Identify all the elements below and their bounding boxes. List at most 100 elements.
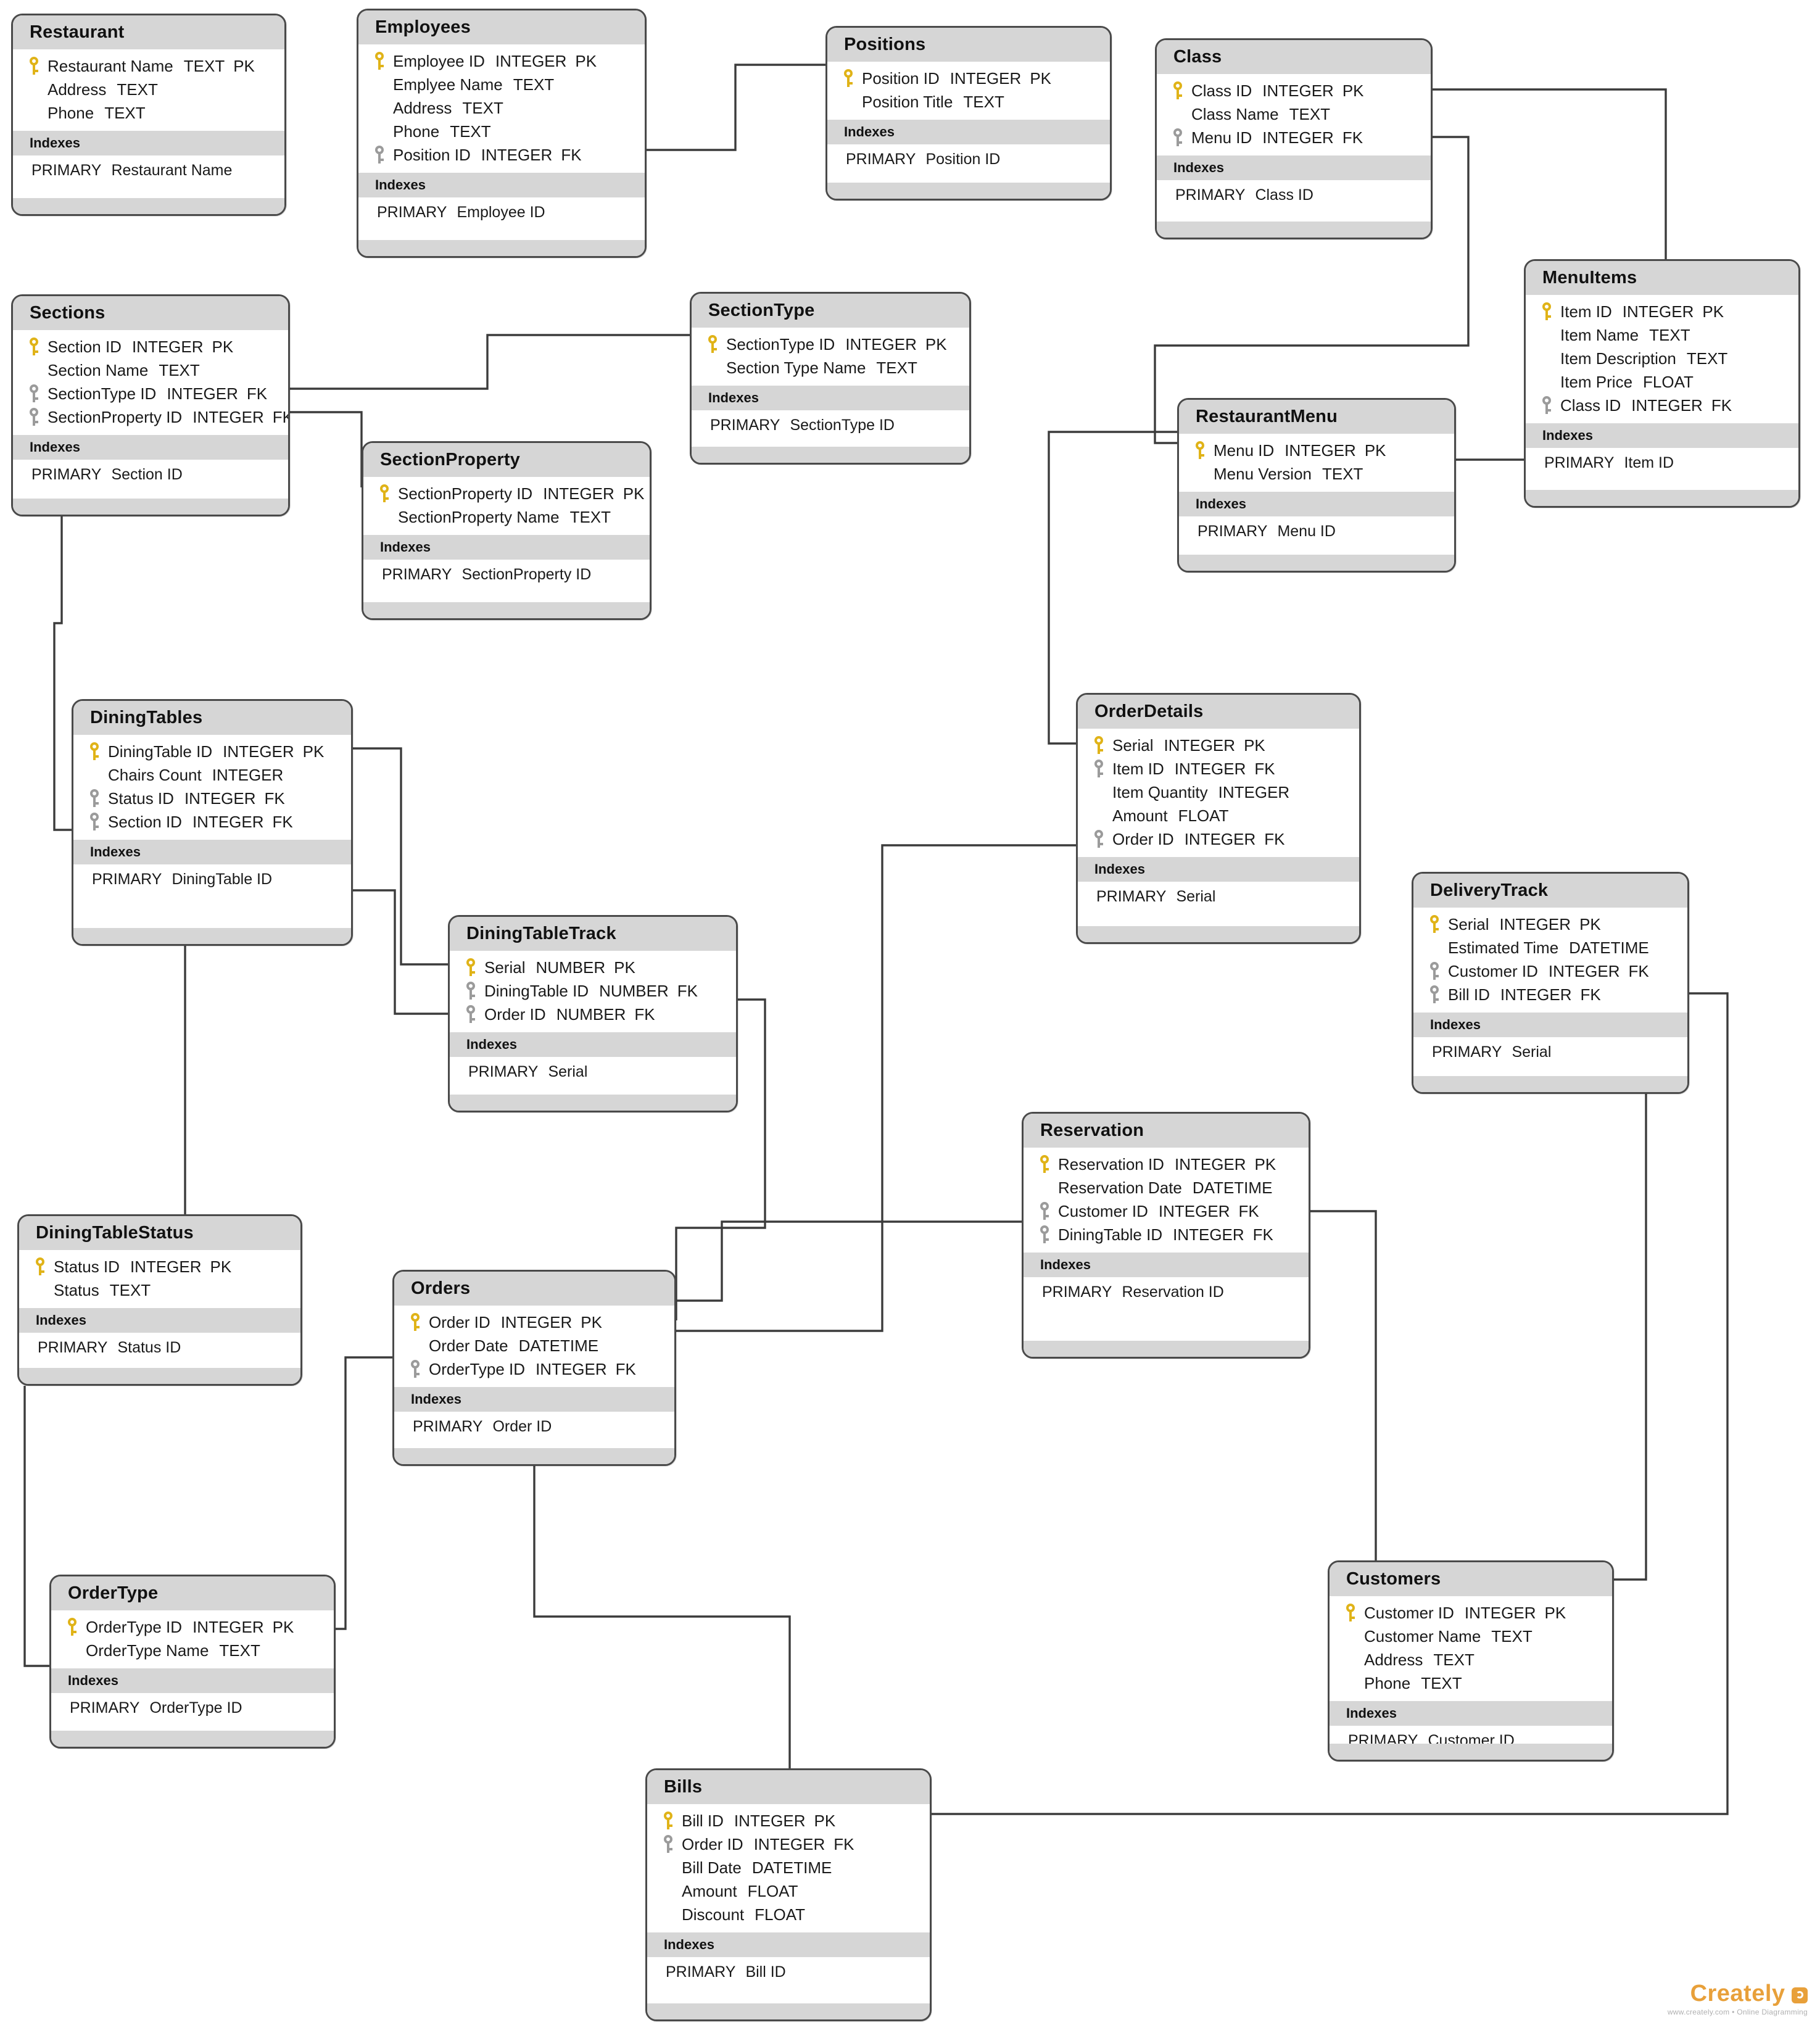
field-row[interactable]: Section Name TEXT — [13, 358, 288, 382]
field-row[interactable]: Bill ID INTEGER FK — [1413, 983, 1687, 1006]
field-row[interactable]: SectionType ID INTEGER PK — [692, 333, 969, 356]
field-row[interactable]: Status TEXT — [19, 1278, 300, 1302]
field-row[interactable]: OrderType ID INTEGER PK — [51, 1615, 334, 1639]
field-row[interactable]: Customer ID INTEGER PK — [1330, 1601, 1612, 1625]
index-row[interactable]: PRIMARY Restaurant Name — [13, 162, 284, 184]
entity-class[interactable]: Class Class ID INTEGER PK Class Name TEXT Menu… — [1155, 38, 1433, 239]
entity-ordertype[interactable]: OrderType OrderType ID INTEGER PK OrderType … — [49, 1575, 336, 1749]
field-row[interactable]: Restaurant Name TEXT PK — [13, 54, 284, 78]
field-row[interactable]: Address TEXT — [1330, 1648, 1612, 1671]
field-row[interactable]: Item Description TEXT — [1526, 347, 1798, 370]
entity-diningtables[interactable]: DiningTables DiningTable ID INTEGER PK Chair… — [72, 699, 353, 946]
index-row[interactable]: PRIMARY Class ID — [1157, 186, 1431, 209]
field-row[interactable]: Reservation Date DATETIME — [1024, 1176, 1309, 1199]
index-row[interactable]: PRIMARY Employee ID — [358, 204, 645, 226]
entity-positions[interactable]: Positions Position ID INTEGER PK Position Ti… — [825, 26, 1112, 201]
field-row[interactable]: Item ID INTEGER PK — [1526, 300, 1798, 323]
field-row[interactable]: Reservation ID INTEGER PK — [1024, 1153, 1309, 1176]
index-row[interactable]: PRIMARY Reservation ID — [1024, 1283, 1309, 1306]
field-row[interactable]: Address TEXT — [13, 78, 284, 101]
field-row[interactable]: Address TEXT — [358, 96, 645, 120]
field-row[interactable]: Status ID INTEGER PK — [19, 1255, 300, 1278]
index-row[interactable]: PRIMARY Serial — [450, 1063, 736, 1085]
index-row[interactable]: PRIMARY SectionProperty ID — [363, 566, 650, 588]
field-row[interactable]: Amount FLOAT — [647, 1879, 930, 1903]
field-row[interactable]: Menu ID INTEGER PK — [1179, 439, 1454, 462]
field-row[interactable]: Customer Name TEXT — [1330, 1625, 1612, 1648]
field-row[interactable]: Bill Date DATETIME — [647, 1856, 930, 1879]
field-row[interactable]: Order ID INTEGER FK — [647, 1832, 930, 1856]
field-row[interactable]: Class ID INTEGER FK — [1526, 394, 1798, 417]
entity-reservation[interactable]: Reservation Reservation ID INTEGER PK Reserv… — [1022, 1112, 1310, 1359]
index-row[interactable]: PRIMARY SectionType ID — [692, 416, 969, 439]
index-row[interactable]: PRIMARY Status ID — [19, 1339, 300, 1361]
entity-orderdetails[interactable]: OrderDetails Serial INTEGER PK Item ID INTEGE… — [1076, 693, 1361, 944]
entity-orders[interactable]: Orders Order ID INTEGER PK Order Date DATETIM… — [392, 1270, 676, 1466]
field-row[interactable]: Amount FLOAT — [1078, 804, 1359, 827]
field-row[interactable]: SectionProperty ID INTEGER PK — [363, 482, 650, 505]
index-row[interactable]: PRIMARY Order ID — [394, 1418, 674, 1440]
field-row[interactable]: Item Price FLOAT — [1526, 370, 1798, 394]
field-row[interactable]: Order ID NUMBER FK — [450, 1003, 736, 1026]
entity-sections[interactable]: Sections Section ID INTEGER PK Section Name T… — [11, 294, 290, 516]
field-row[interactable]: Menu Version TEXT — [1179, 462, 1454, 486]
entity-customers[interactable]: Customers Customer ID INTEGER PK Customer Na… — [1328, 1560, 1614, 1762]
field-row[interactable]: Customer ID INTEGER FK — [1024, 1199, 1309, 1223]
entity-sectionproperty[interactable]: SectionProperty SectionProperty ID INTEGER… — [362, 441, 651, 620]
field-row[interactable]: Bill ID INTEGER PK — [647, 1809, 930, 1832]
field-row[interactable]: OrderType Name TEXT — [51, 1639, 334, 1662]
field-row[interactable]: Section ID INTEGER PK — [13, 335, 288, 358]
entity-restaurantmenu[interactable]: RestaurantMenu Menu ID INTEGER PK Menu Versi… — [1177, 398, 1456, 573]
index-row[interactable]: PRIMARY Menu ID — [1179, 523, 1454, 545]
index-row[interactable]: PRIMARY Bill ID — [647, 1963, 930, 1986]
field-row[interactable]: Item Quantity INTEGER — [1078, 781, 1359, 804]
field-row[interactable]: SectionProperty Name TEXT — [363, 505, 650, 529]
field-row[interactable]: Discount FLOAT — [647, 1903, 930, 1926]
field-row[interactable]: Order Date DATETIME — [394, 1334, 674, 1357]
index-row[interactable]: PRIMARY DiningTable ID — [73, 871, 351, 893]
field-row[interactable]: SectionType ID INTEGER FK — [13, 382, 288, 405]
field-row[interactable]: DiningTable ID NUMBER FK — [450, 979, 736, 1003]
field-row[interactable]: Customer ID INTEGER FK — [1413, 959, 1687, 983]
field-row[interactable]: Order ID INTEGER FK — [1078, 827, 1359, 851]
entity-diningtablestatus[interactable]: DiningTableStatus Status ID INTEGER PK Statu… — [17, 1214, 302, 1386]
entity-delivertrack[interactable]: DeliveryTrack Serial INTEGER PK Estimated Ti… — [1412, 872, 1689, 1094]
entity-menuitems[interactable]: MenuItems Item ID INTEGER PK Item Name TEXT It… — [1524, 259, 1800, 508]
field-row[interactable]: Serial INTEGER PK — [1413, 913, 1687, 936]
field-row[interactable]: Chairs Count INTEGER — [73, 763, 351, 787]
field-row[interactable]: Order ID INTEGER PK — [394, 1311, 674, 1334]
field-row[interactable]: Phone TEXT — [358, 120, 645, 143]
field-row[interactable]: Status ID INTEGER FK — [73, 787, 351, 810]
field-row[interactable]: Item Name TEXT — [1526, 323, 1798, 347]
index-row[interactable]: PRIMARY Item ID — [1526, 454, 1798, 476]
field-row[interactable]: Phone TEXT — [13, 101, 284, 125]
field-row[interactable]: Class Name TEXT — [1157, 102, 1431, 126]
entity-diningtabletrack[interactable]: DiningTableTrack Serial NUMBER PK DiningTabl… — [448, 915, 738, 1112]
field-row[interactable]: Estimated Time DATETIME — [1413, 936, 1687, 959]
field-row[interactable]: Serial NUMBER PK — [450, 956, 736, 979]
index-row[interactable]: PRIMARY Serial — [1078, 888, 1359, 910]
field-row[interactable]: Section ID INTEGER FK — [73, 810, 351, 834]
field-row[interactable]: Section Type Name TEXT — [692, 356, 969, 379]
field-row[interactable]: Item ID INTEGER FK — [1078, 757, 1359, 781]
field-row[interactable]: Serial INTEGER PK — [1078, 734, 1359, 757]
field-row[interactable]: DiningTable ID INTEGER FK — [1024, 1223, 1309, 1246]
field-row[interactable]: Class ID INTEGER PK — [1157, 79, 1431, 102]
index-row[interactable]: PRIMARY Position ID — [827, 151, 1110, 173]
entity-employees[interactable]: Employees Employee ID INTEGER PK Emplyee Nam… — [357, 9, 647, 258]
field-row[interactable]: OrderType ID INTEGER FK — [394, 1357, 674, 1381]
field-row[interactable]: Employee ID INTEGER PK — [358, 49, 645, 73]
field-row[interactable]: Position ID INTEGER PK — [827, 67, 1110, 90]
field-row[interactable]: DiningTable ID INTEGER PK — [73, 740, 351, 763]
field-row[interactable]: Emplyee Name TEXT — [358, 73, 645, 96]
field-row[interactable]: Position Title TEXT — [827, 90, 1110, 114]
field-row[interactable]: Position ID INTEGER FK — [358, 143, 645, 167]
index-row[interactable]: PRIMARY Serial — [1413, 1043, 1687, 1066]
field-row[interactable]: Menu ID INTEGER FK — [1157, 126, 1431, 149]
entity-bills[interactable]: Bills Bill ID INTEGER PK Order ID INTEGER FK Bi… — [645, 1768, 932, 2021]
entity-restaurant[interactable]: Restaurant Restaurant Name TEXT PK Address TE… — [11, 14, 286, 216]
index-row[interactable]: PRIMARY OrderType ID — [51, 1699, 334, 1721]
field-row[interactable]: SectionProperty ID INTEGER FK — [13, 405, 288, 429]
field-row[interactable]: Phone TEXT — [1330, 1671, 1612, 1695]
entity-sectiontype[interactable]: SectionType SectionType ID INTEGER PK Sectio… — [690, 292, 971, 465]
